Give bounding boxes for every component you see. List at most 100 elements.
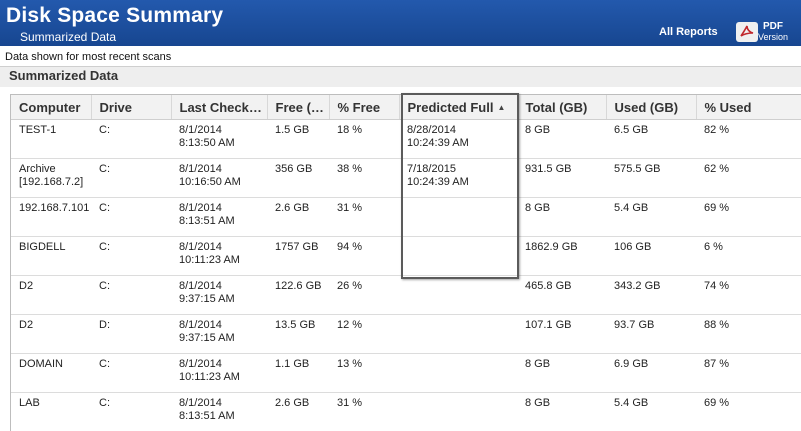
report-title: Disk Space Summary [6, 4, 223, 28]
cell-free: 1757 GB [267, 237, 329, 276]
section-header: Summarized Data [0, 66, 801, 87]
cell-pct-used: 88 % [696, 315, 801, 354]
cell-total: 8 GB [517, 393, 606, 431]
cell-total: 8 GB [517, 354, 606, 393]
cell-pct-free: 31 % [329, 393, 399, 431]
table-row[interactable]: D2D:8/1/20149:37:15 AM13.5 GB12 %107.1 G… [11, 315, 801, 354]
cell-computer: D2 [11, 276, 91, 315]
cell-pct-used: 87 % [696, 354, 801, 393]
cell-free: 122.6 GB [267, 276, 329, 315]
table-row[interactable]: D2C:8/1/20149:37:15 AM122.6 GB26 % 465.8 … [11, 276, 801, 315]
cell-pct-free: 26 % [329, 276, 399, 315]
cell-pct-free: 38 % [329, 159, 399, 198]
cell-pct-free: 94 % [329, 237, 399, 276]
cell-total: 465.8 GB [517, 276, 606, 315]
cell-pct-used: 74 % [696, 276, 801, 315]
column-header-total[interactable]: Total (GB) [517, 95, 606, 120]
cell-predicted-full [399, 315, 517, 354]
cell-predicted-full [399, 276, 517, 315]
cell-last-check: 8/1/20148:13:51 AM [171, 198, 267, 237]
cell-used: 575.5 GB [606, 159, 696, 198]
cell-drive: C: [91, 237, 171, 276]
column-header-drive[interactable]: Drive [91, 95, 171, 120]
scan-note: Data shown for most recent scans [5, 51, 171, 63]
table-row[interactable]: TEST-1C:8/1/20148:13:50 AM1.5 GB18 %8/28… [11, 120, 801, 159]
disk-table: Computer Drive Last Check… Free (… % Fre… [11, 95, 801, 431]
cell-drive: C: [91, 198, 171, 237]
column-header-predicted-full[interactable]: Predicted Full▲ [399, 95, 517, 120]
cell-used: 93.7 GB [606, 315, 696, 354]
cell-predicted-full [399, 354, 517, 393]
cell-drive: C: [91, 276, 171, 315]
cell-total: 107.1 GB [517, 315, 606, 354]
cell-used: 6.5 GB [606, 120, 696, 159]
report-subtitle: Summarized Data [20, 30, 116, 44]
cell-drive: C: [91, 393, 171, 431]
cell-predicted-full [399, 393, 517, 431]
cell-computer: D2 [11, 315, 91, 354]
cell-drive: C: [91, 354, 171, 393]
table-header-row: Computer Drive Last Check… Free (… % Fre… [11, 95, 801, 120]
table-row[interactable]: 192.168.7.101C:8/1/20148:13:51 AM2.6 GB3… [11, 198, 801, 237]
cell-last-check: 8/1/201410:11:23 AM [171, 354, 267, 393]
cell-total: 8 GB [517, 120, 606, 159]
cell-pct-free: 12 % [329, 315, 399, 354]
cell-computer: Archive[192.168.7.2] [11, 159, 91, 198]
cell-last-check: 8/1/20148:13:50 AM [171, 120, 267, 159]
cell-used: 5.4 GB [606, 393, 696, 431]
column-header-last-check[interactable]: Last Check… [171, 95, 267, 120]
cell-used: 343.2 GB [606, 276, 696, 315]
cell-last-check: 8/1/20149:37:15 AM [171, 276, 267, 315]
cell-pct-used: 62 % [696, 159, 801, 198]
cell-total: 931.5 GB [517, 159, 606, 198]
cell-pct-used: 6 % [696, 237, 801, 276]
all-reports-link[interactable]: All Reports [659, 26, 718, 38]
cell-pct-used: 69 % [696, 393, 801, 431]
cell-last-check: 8/1/20149:37:15 AM [171, 315, 267, 354]
cell-free: 2.6 GB [267, 393, 329, 431]
table-row[interactable]: LABC:8/1/20148:13:51 AM2.6 GB31 % 8 GB5.4… [11, 393, 801, 431]
cell-pct-free: 13 % [329, 354, 399, 393]
table-row[interactable]: Archive[192.168.7.2]C:8/1/201410:16:50 A… [11, 159, 801, 198]
cell-free: 2.6 GB [267, 198, 329, 237]
section-title: Summarized Data [9, 68, 118, 83]
cell-computer: DOMAIN [11, 354, 91, 393]
cell-predicted-full [399, 198, 517, 237]
cell-pct-used: 82 % [696, 120, 801, 159]
sort-ascending-icon: ▲ [497, 103, 505, 112]
cell-predicted-full: 7/18/201510:24:39 AM [399, 159, 517, 198]
cell-pct-free: 18 % [329, 120, 399, 159]
column-header-used[interactable]: Used (GB) [606, 95, 696, 120]
pdf-label: PDF [755, 22, 791, 32]
cell-drive: C: [91, 159, 171, 198]
column-header-free[interactable]: Free (… [267, 95, 329, 120]
column-header-pct-used[interactable]: % Used [696, 95, 801, 120]
pdf-version-label: Version [755, 32, 791, 42]
table-row[interactable]: DOMAINC:8/1/201410:11:23 AM1.1 GB13 % 8 G… [11, 354, 801, 393]
cell-free: 13.5 GB [267, 315, 329, 354]
cell-used: 5.4 GB [606, 198, 696, 237]
column-header-computer[interactable]: Computer [11, 95, 91, 120]
cell-pct-used: 69 % [696, 198, 801, 237]
column-header-pct-free[interactable]: % Free [329, 95, 399, 120]
cell-pct-free: 31 % [329, 198, 399, 237]
cell-last-check: 8/1/201410:16:50 AM [171, 159, 267, 198]
cell-predicted-full [399, 237, 517, 276]
cell-last-check: 8/1/20148:13:51 AM [171, 393, 267, 431]
table-row[interactable]: BIGDELLC:8/1/201410:11:23 AM1757 GB94 %1… [11, 237, 801, 276]
report-header: Disk Space Summary Summarized Data All R… [0, 0, 801, 46]
disk-table-container: Computer Drive Last Check… Free (… % Fre… [10, 94, 801, 431]
cell-used: 106 GB [606, 237, 696, 276]
pdf-version-link[interactable]: PDF Version [755, 22, 791, 42]
cell-last-check: 8/1/201410:11:23 AM [171, 237, 267, 276]
cell-computer: TEST-1 [11, 120, 91, 159]
cell-free: 1.5 GB [267, 120, 329, 159]
cell-used: 6.9 GB [606, 354, 696, 393]
cell-free: 1.1 GB [267, 354, 329, 393]
cell-free: 356 GB [267, 159, 329, 198]
table-body: TEST-1C:8/1/20148:13:50 AM1.5 GB18 %8/28… [11, 120, 801, 431]
cell-computer: LAB [11, 393, 91, 431]
cell-drive: C: [91, 120, 171, 159]
cell-predicted-full: 8/28/201410:24:39 AM [399, 120, 517, 159]
cell-computer: 192.168.7.101 [11, 198, 91, 237]
